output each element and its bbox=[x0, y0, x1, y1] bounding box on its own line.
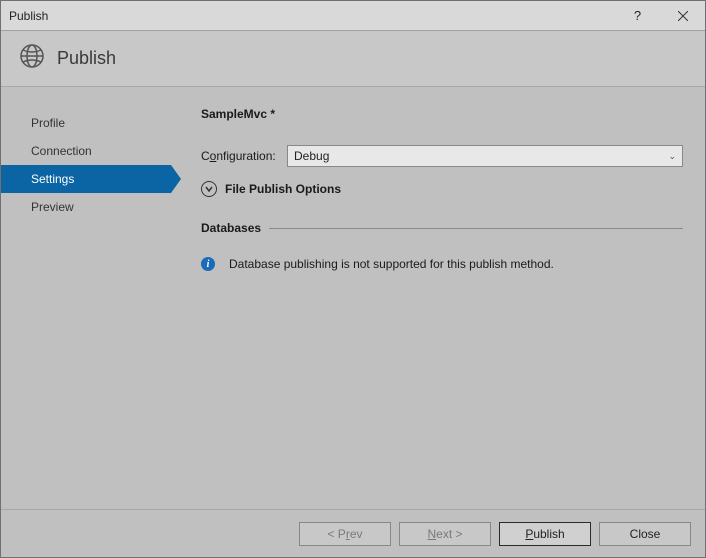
close-icon bbox=[678, 11, 688, 21]
titlebar: Publish ? bbox=[1, 1, 705, 31]
publish-dialog: Publish ? Publish Profile Connection Set… bbox=[0, 0, 706, 558]
dialog-body: Profile Connection Settings Preview Samp… bbox=[1, 87, 705, 509]
next-button[interactable]: Next > bbox=[399, 522, 491, 546]
sidebar-item-profile[interactable]: Profile bbox=[1, 109, 171, 137]
databases-heading: Databases bbox=[201, 221, 683, 235]
header-title: Publish bbox=[57, 48, 116, 69]
content-pane: SampleMvc * Configuration: Debug ⌄ File … bbox=[171, 87, 705, 509]
sidebar-item-preview[interactable]: Preview bbox=[1, 193, 171, 221]
close-window-button[interactable] bbox=[660, 1, 705, 30]
header-banner: Publish bbox=[1, 31, 705, 87]
help-button[interactable]: ? bbox=[615, 1, 660, 30]
sidebar-item-label: Settings bbox=[31, 172, 74, 186]
info-icon: i bbox=[201, 257, 215, 271]
sidebar-item-settings[interactable]: Settings bbox=[1, 165, 171, 193]
titlebar-controls: ? bbox=[615, 1, 705, 30]
footer: < Prev Next > Publish Close bbox=[1, 509, 705, 557]
databases-heading-text: Databases bbox=[201, 221, 261, 235]
sidebar-item-label: Connection bbox=[31, 144, 92, 158]
chevron-down-icon: ⌄ bbox=[668, 151, 676, 162]
globe-icon bbox=[19, 43, 45, 74]
database-info-message: Database publishing is not supported for… bbox=[229, 257, 554, 271]
sidebar: Profile Connection Settings Preview bbox=[1, 87, 171, 509]
heading-divider bbox=[269, 228, 683, 229]
publish-button[interactable]: Publish bbox=[499, 522, 591, 546]
configuration-dropdown[interactable]: Debug ⌄ bbox=[287, 145, 683, 167]
sidebar-item-connection[interactable]: Connection bbox=[1, 137, 171, 165]
configuration-value: Debug bbox=[294, 149, 329, 163]
configuration-row: Configuration: Debug ⌄ bbox=[201, 145, 683, 167]
prev-button[interactable]: < Prev bbox=[299, 522, 391, 546]
close-button[interactable]: Close bbox=[599, 522, 691, 546]
sidebar-item-label: Preview bbox=[31, 200, 74, 214]
expand-icon bbox=[201, 181, 217, 197]
window-title: Publish bbox=[1, 9, 48, 23]
configuration-label: Configuration: bbox=[201, 149, 287, 163]
file-publish-options-expander[interactable]: File Publish Options bbox=[201, 181, 683, 197]
database-info-row: i Database publishing is not supported f… bbox=[201, 257, 683, 271]
sidebar-item-label: Profile bbox=[31, 116, 65, 130]
profile-name: SampleMvc * bbox=[201, 107, 683, 121]
file-publish-options-label: File Publish Options bbox=[225, 182, 341, 196]
